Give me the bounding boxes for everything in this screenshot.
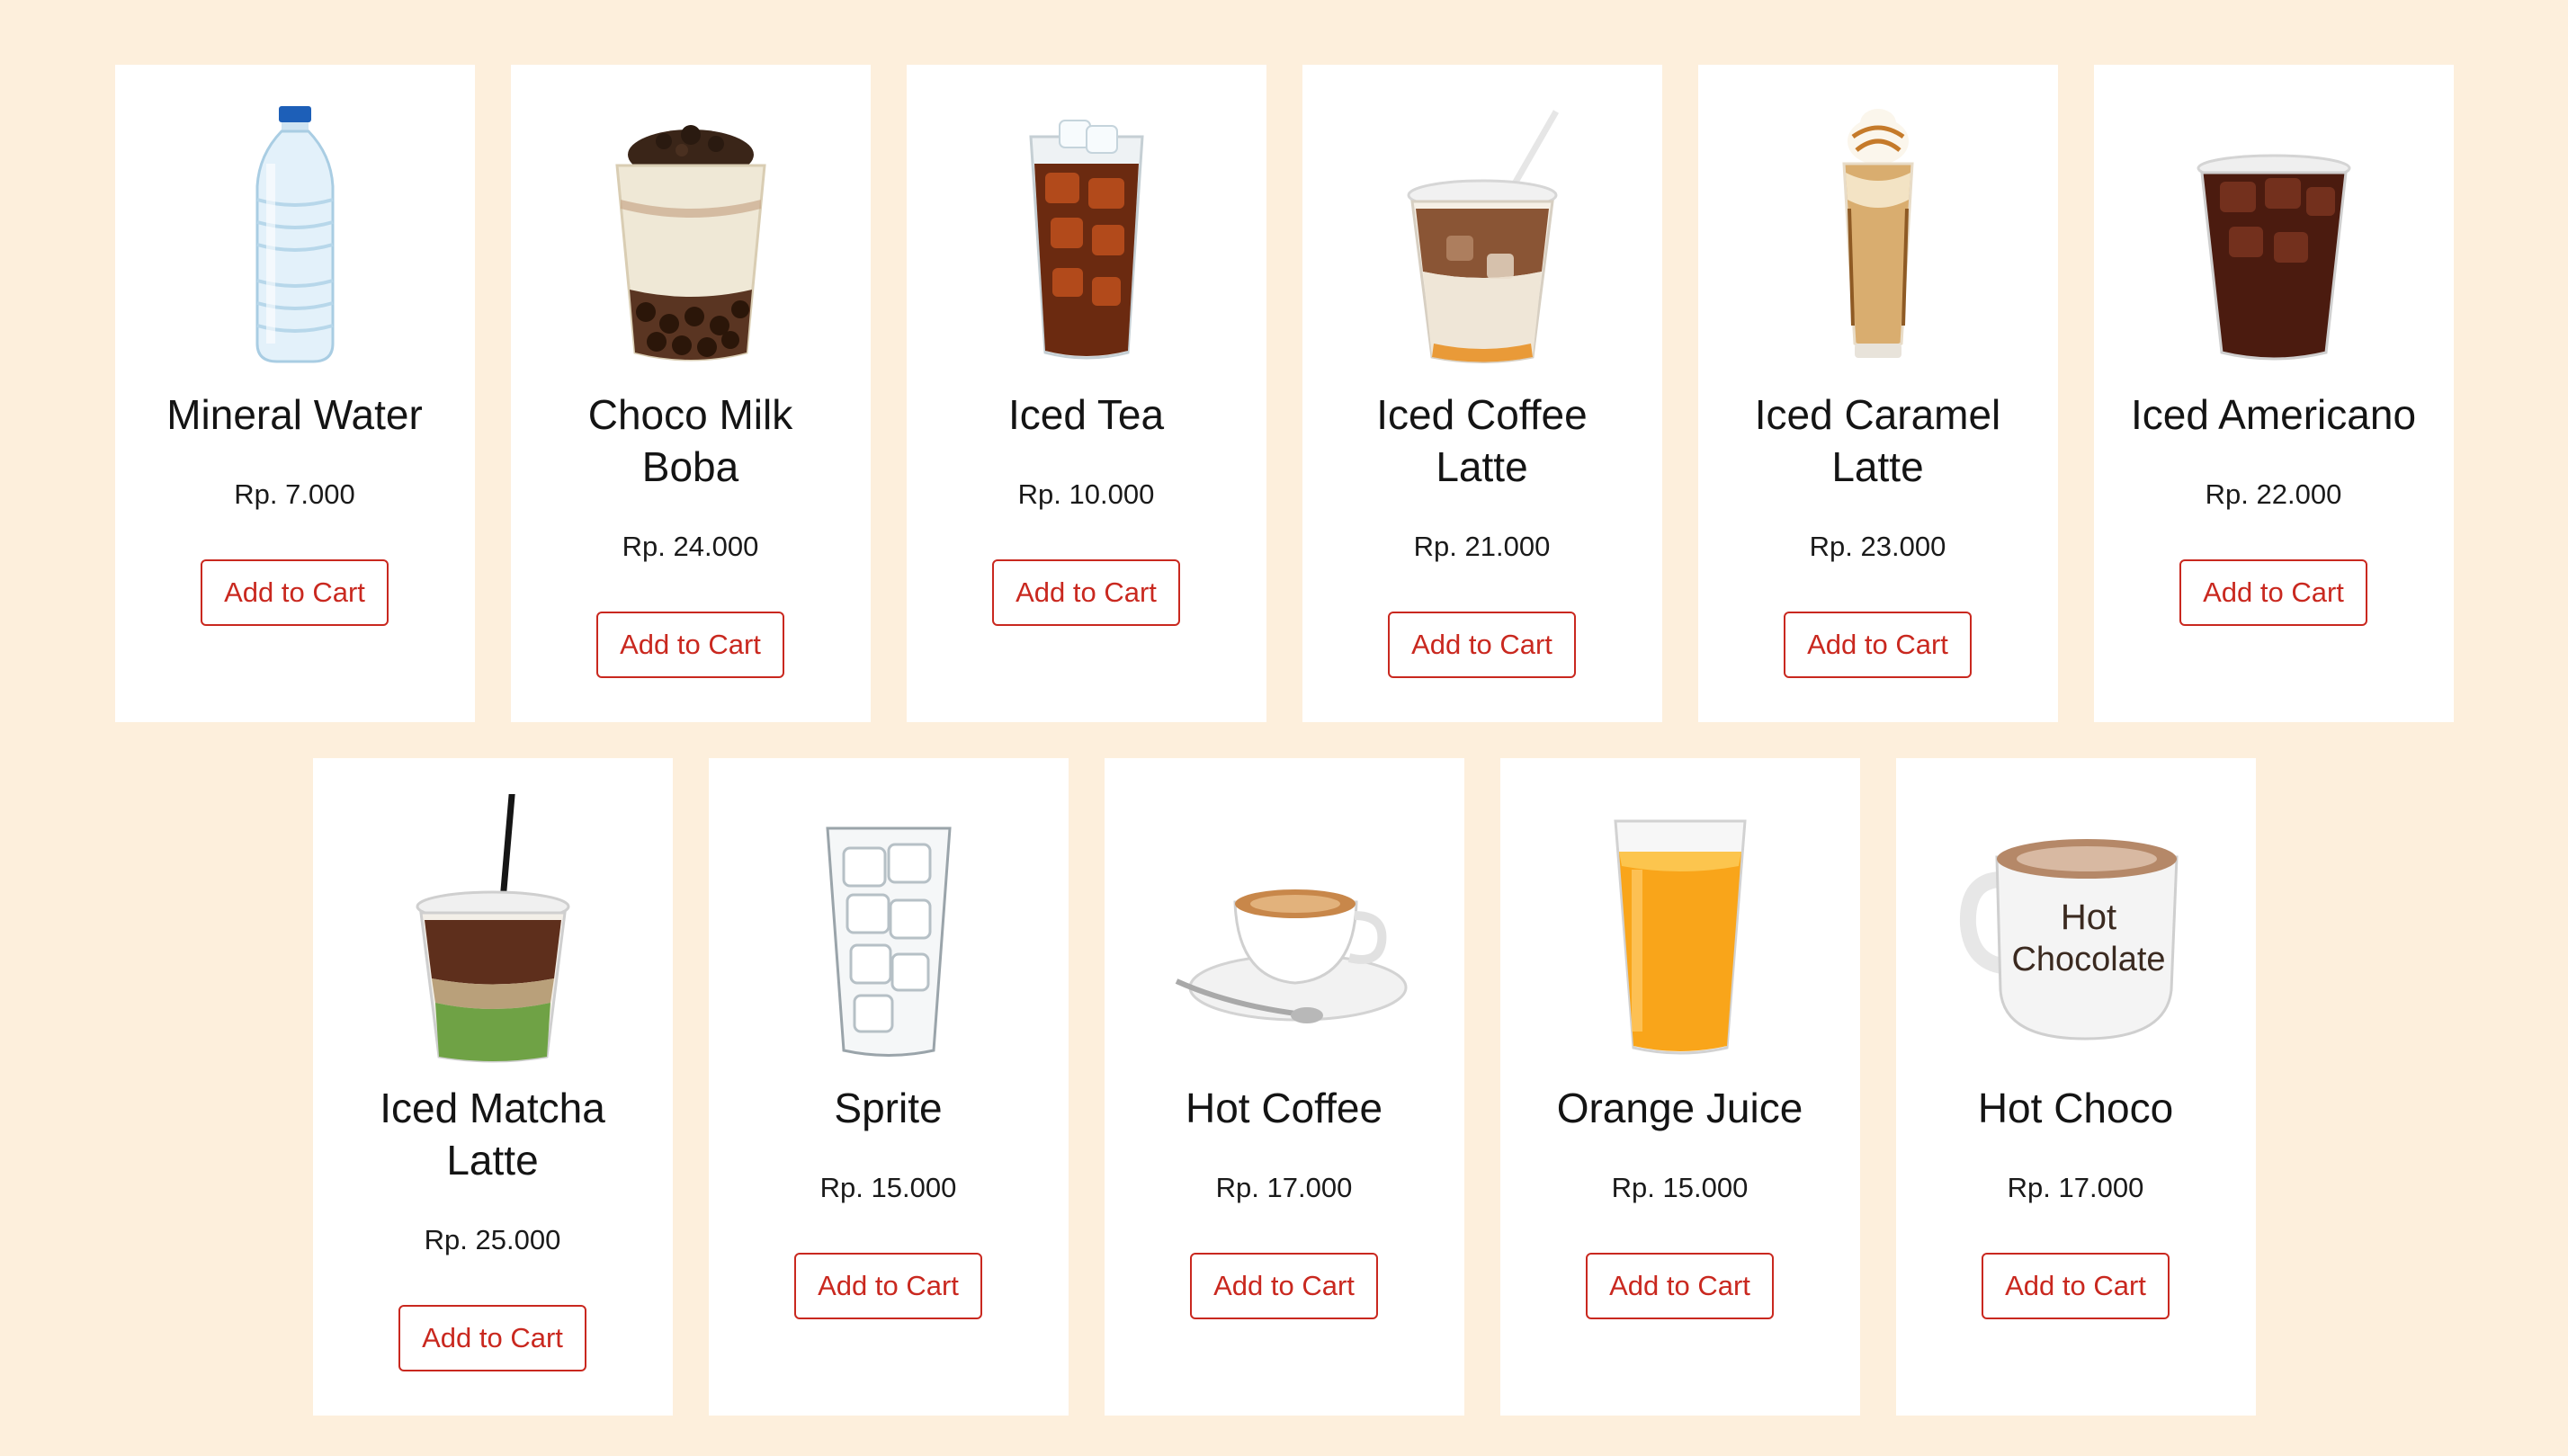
iced-matcha-latte-icon (416, 794, 569, 1063)
product-image (1150, 794, 1419, 1064)
product-price: Rp. 17.000 (1215, 1172, 1353, 1203)
product-image (1545, 794, 1815, 1064)
add-to-cart-button[interactable]: Add to Cart (201, 559, 389, 626)
orange-juice-glass-icon (1613, 819, 1747, 1055)
product-image (556, 101, 826, 371)
product-name: Iced Caramel Latte (1754, 391, 2001, 490)
product-image: Hot Chocolate (1941, 794, 2211, 1064)
product-price: Rp. 17.000 (2007, 1172, 2144, 1203)
product-price: Rp. 7.000 (234, 478, 355, 510)
product-card-iced-matcha-latte: Iced Matcha Latte Rp. 25.000 Add to Cart (312, 758, 673, 1416)
product-name: Iced Americano (2130, 391, 2417, 438)
product-card-iced-caramel-latte: Iced Caramel Latte Rp. 23.000 Add to Car… (1697, 65, 2058, 722)
iced-tea-glass-icon (1028, 120, 1144, 360)
add-to-cart-button[interactable]: Add to Cart (794, 1253, 982, 1319)
product-name: Iced Coffee Latte (1376, 391, 1588, 490)
product-price: Rp. 23.000 (1809, 531, 1946, 562)
iced-caramel-latte-icon (1841, 109, 1914, 358)
add-to-cart-button[interactable]: Add to Cart (2179, 559, 2367, 626)
product-price: Rp. 15.000 (1611, 1172, 1749, 1203)
product-name: Choco Milk Boba (587, 391, 793, 490)
product-name: Iced Matcha Latte (380, 1085, 605, 1184)
mug-label-hot: Hot (2060, 898, 2116, 937)
add-to-cart-button[interactable]: Add to Cart (1388, 612, 1576, 678)
product-image (1347, 101, 1617, 371)
product-price: Rp. 25.000 (424, 1224, 561, 1255)
product-name: Hot Choco (1977, 1085, 2174, 1131)
product-price: Rp. 21.000 (1413, 531, 1551, 562)
product-name: Hot Coffee (1185, 1085, 1383, 1131)
product-price: Rp. 15.000 (819, 1172, 957, 1203)
mug-label-chocolate: Chocolate (2011, 941, 2165, 978)
add-to-cart-button[interactable]: Add to Cart (992, 559, 1180, 626)
product-card-mineral-water: Mineral Water Rp. 7.000 Add to Cart (114, 65, 475, 722)
hot-coffee-cup-icon (1175, 889, 1407, 1023)
sprite-glass-icon (825, 826, 952, 1057)
mineral-water-bottle-icon (255, 106, 334, 363)
product-price: Rp. 22.000 (2205, 478, 2342, 510)
product-name: Iced Tea (1007, 391, 1165, 438)
add-to-cart-button[interactable]: Add to Cart (596, 612, 784, 678)
iced-americano-icon (2197, 154, 2350, 361)
product-grid: Mineral Water Rp. 7.000 Add to Cart Choc… (0, 65, 2568, 1416)
product-card-iced-coffee-latte: Iced Coffee Latte Rp. 21.000 Add to Cart (1302, 65, 1662, 722)
add-to-cart-button[interactable]: Add to Cart (1982, 1253, 2170, 1319)
add-to-cart-button[interactable]: Add to Cart (1190, 1253, 1378, 1319)
product-image (754, 794, 1024, 1064)
product-name: Mineral Water (166, 391, 423, 438)
add-to-cart-button[interactable]: Add to Cart (398, 1305, 586, 1371)
product-name: Sprite (834, 1085, 943, 1131)
product-card-orange-juice: Orange Juice Rp. 15.000 Add to Cart (1499, 758, 1860, 1416)
add-to-cart-button[interactable]: Add to Cart (1586, 1253, 1774, 1319)
product-price: Rp. 10.000 (1017, 478, 1155, 510)
product-card-choco-milk-boba: Choco Milk Boba Rp. 24.000 Add to Cart (510, 65, 871, 722)
product-price: Rp. 24.000 (622, 531, 759, 562)
product-card-iced-americano: Iced Americano Rp. 22.000 Add to Cart (2093, 65, 2454, 722)
product-card-hot-choco: Hot Chocolate Hot Choco Rp. 17.000 Add t… (1895, 758, 2256, 1416)
product-card-hot-coffee: Hot Coffee Rp. 17.000 Add to Cart (1104, 758, 1464, 1416)
iced-coffee-latte-icon (1407, 110, 1559, 363)
product-card-iced-tea: Iced Tea Rp. 10.000 Add to Cart (906, 65, 1266, 722)
choco-milk-boba-icon (614, 125, 766, 362)
product-image (160, 101, 430, 371)
add-to-cart-button[interactable]: Add to Cart (1784, 612, 1972, 678)
product-card-sprite: Sprite Rp. 15.000 Add to Cart (708, 758, 1069, 1416)
product-image (1743, 101, 2013, 371)
product-image (952, 101, 1221, 371)
product-name: Orange Juice (1556, 1085, 1803, 1131)
product-image (2139, 101, 2409, 371)
product-image (358, 794, 628, 1064)
hot-chocolate-mug-icon: Hot Chocolate (1959, 839, 2179, 1041)
